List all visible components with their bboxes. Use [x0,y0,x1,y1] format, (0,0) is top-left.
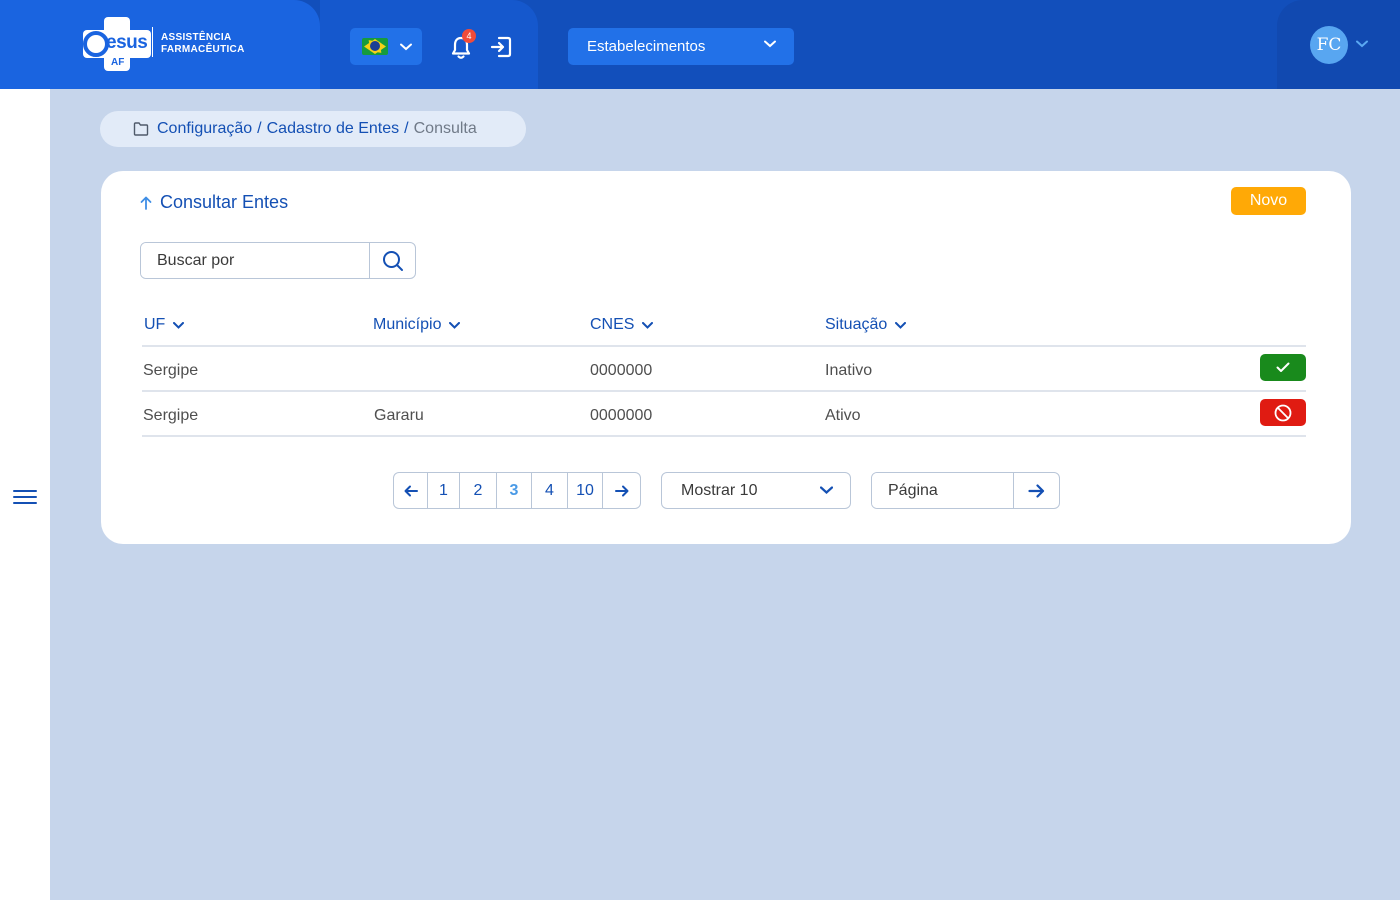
establishments-dropdown[interactable]: Estabelecimentos [568,28,794,65]
breadcrumb-link-cadastro-entes[interactable]: Cadastro de Entes [267,120,400,138]
pagination-page[interactable]: 2 [460,473,497,508]
cell-situacao: Ativo [825,407,861,424]
arrow-right-icon [1028,483,1045,498]
breadcrumb-current: Consulta [413,120,477,137]
chevron-down-icon [642,321,654,329]
logo-sub: AF [111,57,125,68]
cell-municipio: Gararu [374,407,424,424]
entes-table: UF Município CNES Situação Sergipe 00000… [142,302,1306,437]
column-header-uf[interactable]: UF [144,316,185,334]
app-logo[interactable]: esus AF ASSISTÊNCIA FARMACÊUTICA [80,17,250,73]
column-label: Situação [825,316,888,333]
breadcrumb: Configuração / Cadastro de Entes / Consu… [100,111,526,147]
column-header-municipio[interactable]: Município [373,316,461,334]
chevron-down-icon [820,486,833,494]
cell-uf: Sergipe [143,362,199,379]
pagination-prev-button[interactable] [394,473,428,508]
user-avatar[interactable]: FC [1310,26,1348,64]
deactivate-button[interactable] [1260,399,1306,426]
consult-card: Consultar Entes Novo UF Município CNES S… [101,171,1351,544]
logo-text: ASSISTÊNCIA FARMACÊUTICA [161,32,245,56]
logo-text-line2: FARMACÊUTICA [161,44,245,55]
column-label: CNES [590,316,635,333]
goto-page-input[interactable] [872,473,1013,508]
cell-situacao: Inativo [825,362,873,379]
arrow-left-icon [404,485,418,496]
arrow-up-icon [140,196,152,210]
chevron-down-icon[interactable] [1356,40,1368,48]
language-selector[interactable] [350,28,422,65]
table-row: Sergipe 0000000 Inativo [142,347,1306,392]
chevron-down-icon [449,321,461,329]
pagination-next-button[interactable] [603,473,640,508]
page-size-label: Mostrar 10 [681,481,758,499]
card-title[interactable]: Consultar Entes [140,192,288,213]
top-header: esus AF ASSISTÊNCIA FARMACÊUTICA 4 Estab… [0,0,1400,89]
chevron-down-icon [764,40,776,48]
table-row: Sergipe Gararu 0000000 Ativo [142,392,1306,437]
column-header-cnes[interactable]: CNES [590,316,654,334]
pagination-page-active[interactable]: 3 [497,473,532,508]
pagination: 1 2 3 4 10 [393,472,641,509]
arrow-right-icon [614,485,628,496]
chevron-down-icon [173,321,185,329]
search-icon [382,250,403,271]
pagination-page[interactable]: 10 [568,473,603,508]
logo-text-line1: ASSISTÊNCIA [161,32,232,43]
establishments-label: Estabelecimentos [587,38,706,55]
search-button[interactable] [369,243,415,278]
column-label: Município [373,316,442,333]
logo-brand: esus [106,32,148,53]
cell-cnes: 0000000 [590,407,653,424]
pagination-page[interactable]: 1 [428,473,460,508]
breadcrumb-link-configuracao[interactable]: Configuração [157,120,252,138]
goto-page [871,472,1060,509]
folder-icon [133,122,149,136]
page-size-select[interactable]: Mostrar 10 [661,472,851,509]
notification-badge: 4 [462,29,476,43]
cell-cnes: 0000000 [590,362,653,379]
pagination-page[interactable]: 4 [532,473,568,508]
goto-page-button[interactable] [1013,473,1059,508]
logout-icon[interactable] [489,35,513,59]
column-header-situacao[interactable]: Situação [825,316,907,334]
breadcrumb-separator: / [404,120,409,137]
check-icon [1276,362,1290,372]
ban-icon [1274,404,1292,421]
search-input[interactable] [141,243,369,278]
chevron-down-icon [895,321,907,329]
chevron-down-icon [400,43,412,50]
hamburger-menu-icon[interactable] [13,489,37,505]
table-header: UF Município CNES Situação [142,302,1306,347]
brazil-flag-icon [362,38,388,55]
new-button[interactable]: Novo [1231,187,1306,215]
breadcrumb-separator: / [257,120,262,137]
logo-divider [152,27,153,57]
card-title-text: Consultar Entes [160,192,289,212]
column-label: UF [144,316,166,333]
sidebar [0,89,50,900]
search-box [140,242,416,279]
activate-button[interactable] [1260,354,1306,381]
cell-uf: Sergipe [143,407,199,424]
